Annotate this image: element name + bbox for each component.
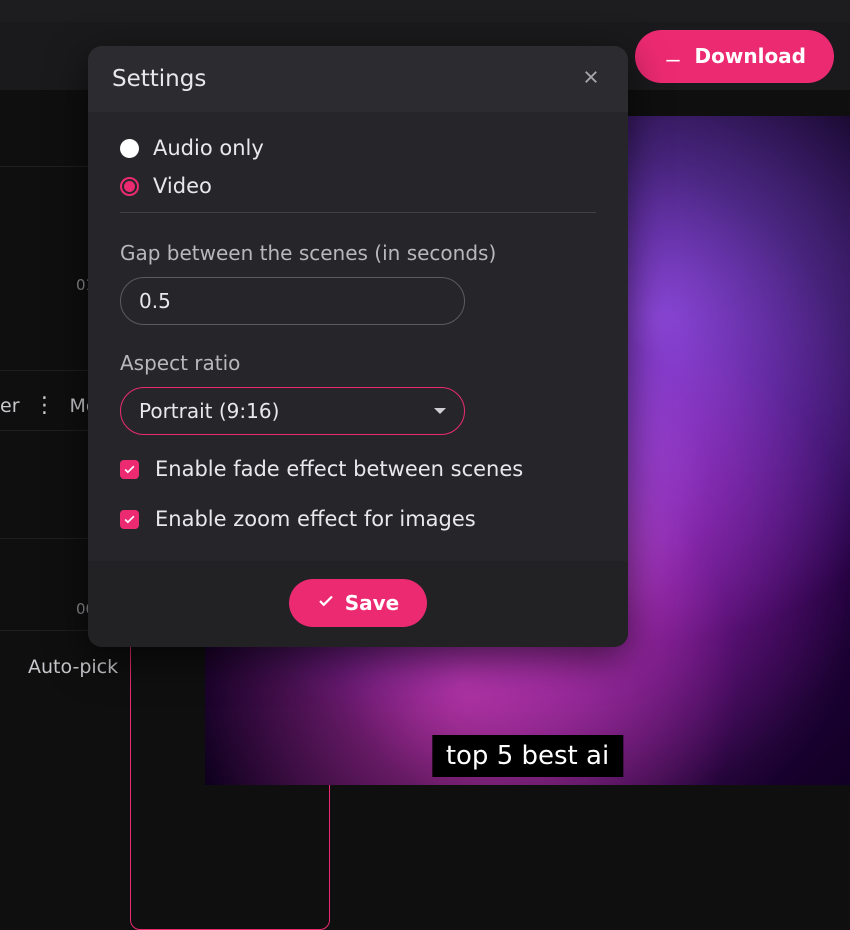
aspect-ratio-field: Aspect ratio Portrait (9:16) bbox=[120, 351, 596, 435]
divider bbox=[120, 212, 596, 213]
settings-modal: Settings Audio only Video Gap between th… bbox=[88, 46, 628, 647]
sidebar-truncated-text: er bbox=[0, 395, 20, 417]
save-button-label: Save bbox=[345, 591, 400, 615]
aspect-ratio-value: Portrait (9:16) bbox=[139, 399, 279, 423]
autopick-label[interactable]: Auto-pick bbox=[28, 656, 118, 678]
zoom-effect-checkbox[interactable]: Enable zoom effect for images bbox=[120, 507, 596, 531]
gap-field: Gap between the scenes (in seconds) bbox=[120, 241, 596, 325]
close-icon bbox=[582, 75, 600, 90]
checkbox-checked-icon bbox=[120, 460, 139, 479]
download-button[interactable]: Download bbox=[635, 30, 834, 83]
fade-effect-checkbox[interactable]: Enable fade effect between scenes bbox=[120, 457, 596, 481]
radio-selected-icon bbox=[120, 177, 139, 196]
gap-label: Gap between the scenes (in seconds) bbox=[120, 241, 596, 265]
chevron-down-icon bbox=[434, 408, 446, 414]
more-vert-icon[interactable]: ⋮ bbox=[34, 395, 56, 417]
aspect-ratio-label: Aspect ratio bbox=[120, 351, 596, 375]
radio-audio-only[interactable]: Audio only bbox=[120, 136, 596, 160]
zoom-effect-label: Enable zoom effect for images bbox=[155, 507, 476, 531]
close-button[interactable] bbox=[578, 64, 604, 94]
radio-label: Video bbox=[153, 174, 212, 198]
gap-input[interactable] bbox=[120, 277, 465, 325]
radio-video[interactable]: Video bbox=[120, 174, 596, 198]
download-button-label: Download bbox=[695, 44, 806, 68]
modal-body: Audio only Video Gap between the scenes … bbox=[88, 112, 628, 561]
radio-label: Audio only bbox=[153, 136, 264, 160]
save-button[interactable]: Save bbox=[289, 579, 428, 627]
checkbox-checked-icon bbox=[120, 510, 139, 529]
video-caption: top 5 best ai bbox=[432, 735, 623, 777]
fade-effect-label: Enable fade effect between scenes bbox=[155, 457, 523, 481]
radio-unselected-icon bbox=[120, 139, 139, 158]
aspect-ratio-select[interactable]: Portrait (9:16) bbox=[120, 387, 465, 435]
download-icon bbox=[663, 44, 683, 69]
check-icon bbox=[317, 591, 335, 615]
modal-header: Settings bbox=[88, 46, 628, 112]
window-topbar bbox=[0, 0, 850, 22]
modal-footer: Save bbox=[88, 561, 628, 647]
modal-title: Settings bbox=[112, 66, 206, 92]
